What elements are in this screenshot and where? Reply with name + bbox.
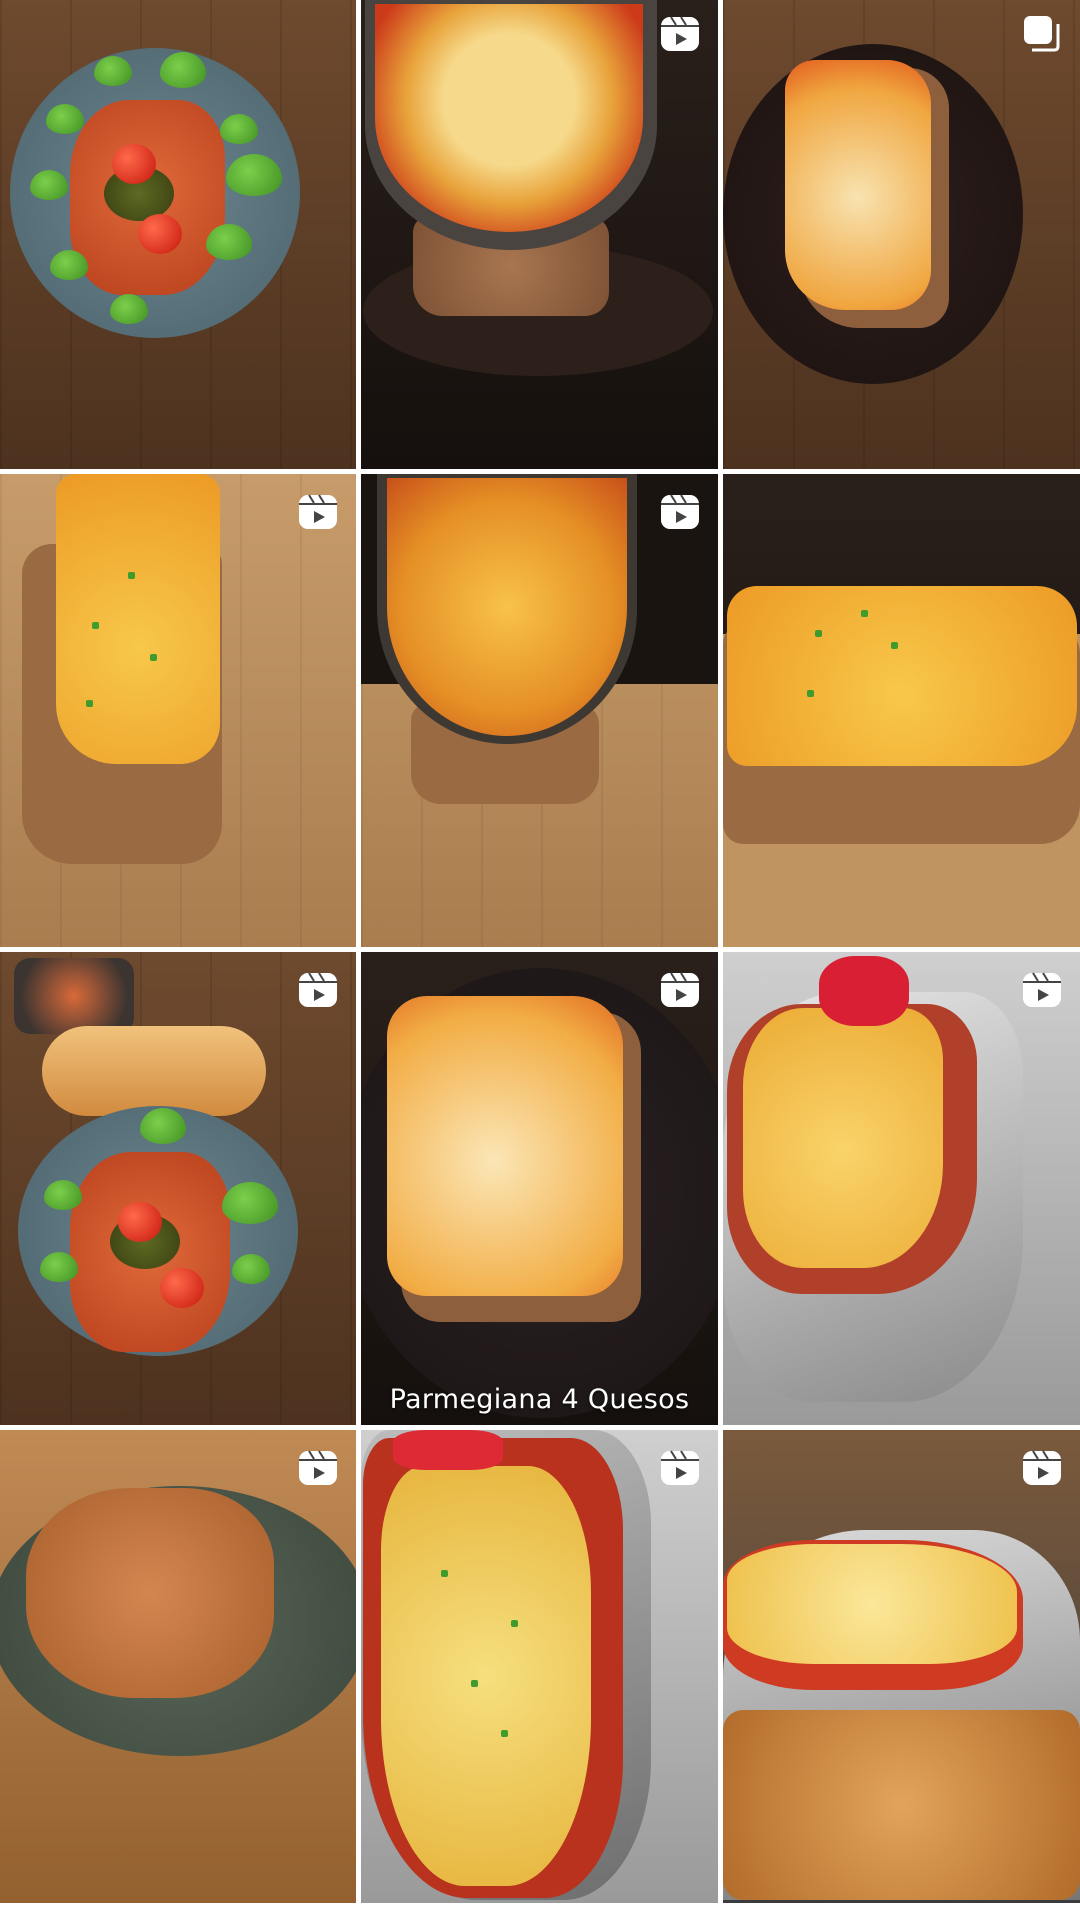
fried-pieces	[723, 1710, 1080, 1900]
herb-garnish	[86, 700, 93, 707]
basil-leaf	[206, 224, 252, 260]
melted-cheese-in-sauce	[375, 4, 643, 232]
basil-leaf	[50, 250, 88, 280]
basil-leaf	[160, 52, 206, 88]
basil-leaf	[30, 170, 68, 200]
basil-leaf	[232, 1254, 270, 1284]
herb-garnish	[471, 1680, 478, 1687]
reel-icon	[661, 1450, 699, 1485]
red-spatula	[819, 956, 909, 1026]
basil-leaf	[40, 1252, 78, 1282]
melted-mozzarella	[785, 60, 931, 310]
herb-garnish	[815, 630, 822, 637]
post-tile-12[interactable]	[723, 1430, 1080, 1903]
melted-cheese	[727, 586, 1077, 766]
reel-icon	[299, 494, 337, 529]
post-tile-4[interactable]	[0, 474, 356, 947]
basil-leaf	[226, 154, 282, 196]
post-tile-11[interactable]	[361, 1430, 718, 1903]
post-tile-9[interactable]	[723, 952, 1080, 1425]
cherry-tomato	[118, 1202, 162, 1242]
melted-cheese	[56, 474, 220, 764]
post-tile-6[interactable]	[723, 474, 1080, 947]
cherry-tomato	[112, 144, 156, 184]
cherry-tomato	[138, 214, 182, 254]
melted-mozzarella	[387, 996, 623, 1296]
cherry-tomato	[160, 1268, 204, 1308]
post-caption: Parmegiana 4 Quesos	[389, 1384, 690, 1415]
basil-leaf	[46, 104, 84, 134]
basil-leaf	[94, 56, 132, 86]
reel-icon	[661, 972, 699, 1007]
basil-leaf	[140, 1108, 186, 1144]
reel-icon	[299, 972, 337, 1007]
reel-icon	[299, 1450, 337, 1485]
garlic-bread	[42, 1026, 266, 1116]
herb-garnish	[891, 642, 898, 649]
herb-garnish	[92, 622, 99, 629]
herb-garnish	[861, 610, 868, 617]
red-spatula	[393, 1430, 503, 1470]
herb-garnish	[128, 572, 135, 579]
post-tile-5[interactable]	[361, 474, 718, 947]
post-tile-1[interactable]	[0, 0, 356, 469]
melted-cheese	[381, 1466, 591, 1886]
post-tile-10[interactable]	[0, 1430, 356, 1903]
reel-icon	[661, 494, 699, 529]
herb-garnish	[807, 690, 814, 697]
post-tile-2[interactable]	[361, 0, 718, 469]
herb-garnish	[501, 1730, 508, 1737]
melted-cheese	[743, 1008, 943, 1268]
salsa-bowl	[14, 958, 134, 1034]
reel-icon	[1023, 972, 1061, 1007]
basil-leaf	[110, 294, 148, 324]
basil-leaf	[222, 1182, 278, 1224]
melted-cheese-in-pan	[387, 478, 627, 736]
reel-icon	[1023, 1450, 1061, 1485]
profile-post-grid: Parmegiana 4 Quesos	[0, 0, 1080, 1912]
breaded-cutlet	[26, 1488, 274, 1698]
post-tile-8[interactable]: Parmegiana 4 Quesos	[361, 952, 718, 1425]
post-tile-3[interactable]	[723, 0, 1080, 469]
melted-cheese	[727, 1544, 1017, 1664]
basil-leaf	[220, 114, 258, 144]
herb-garnish	[511, 1620, 518, 1627]
carousel-icon	[1024, 16, 1060, 52]
reel-icon	[661, 16, 699, 51]
basil-leaf	[44, 1180, 82, 1210]
herb-garnish	[150, 654, 157, 661]
post-tile-7[interactable]	[0, 952, 356, 1425]
herb-garnish	[441, 1570, 448, 1577]
